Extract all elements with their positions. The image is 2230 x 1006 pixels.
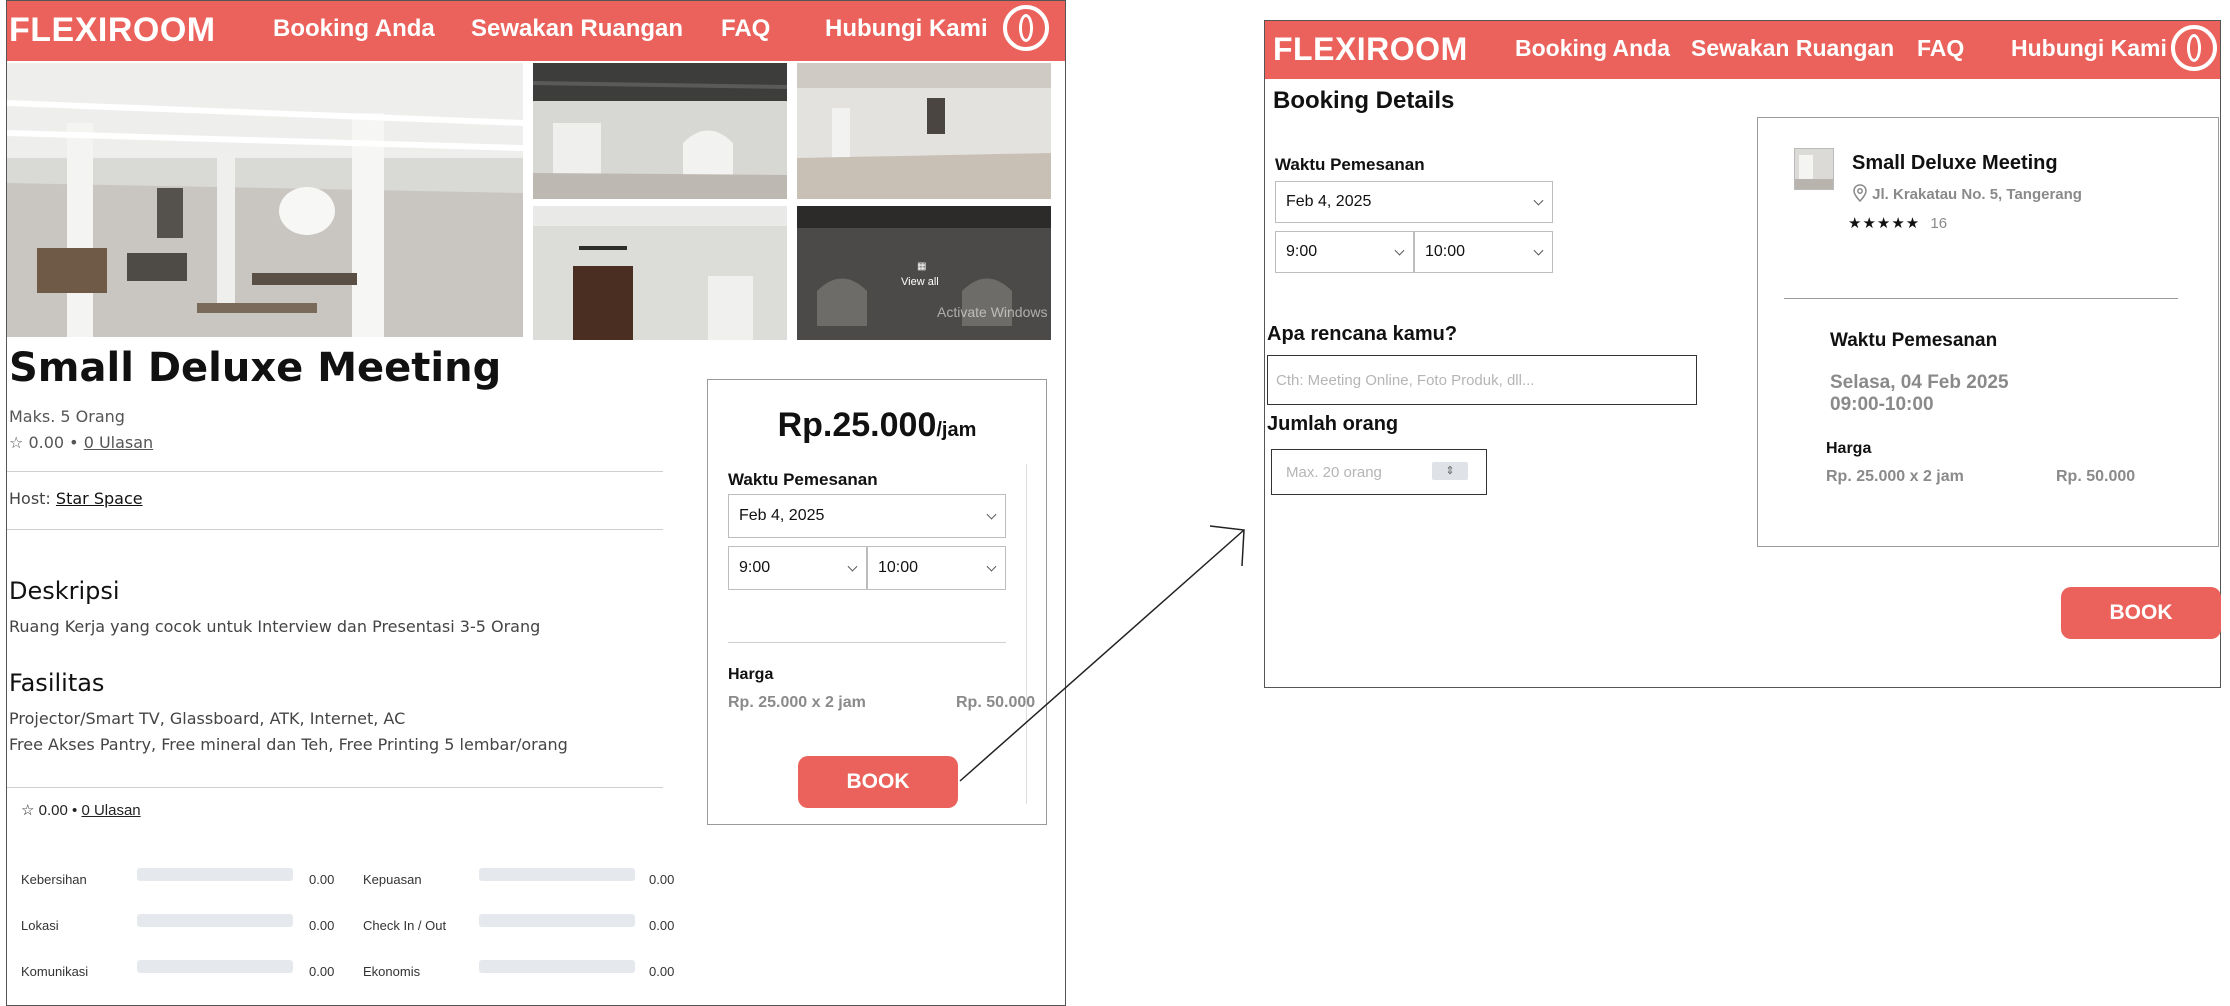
summary-price-calc: Rp. 25.000 x 2 jam [1826, 468, 1964, 485]
plan-input[interactable] [1267, 355, 1697, 405]
star-icons: ★★★★★ [1848, 215, 1921, 232]
summary-price-label: Harga [1826, 440, 1872, 457]
divider [1784, 298, 2178, 299]
details-time-label: Waktu Pemesanan [1275, 155, 1425, 174]
chevron-down-icon [1394, 245, 1405, 256]
summary-review-count: 16 [1930, 215, 1948, 232]
summary-price-total: Rp. 50.000 [2056, 468, 2136, 485]
details-start-value: 9:00 [1286, 243, 1318, 260]
details-end-value: 10:00 [1425, 243, 1466, 260]
nav-faq[interactable]: FAQ [1917, 35, 1964, 62]
user-icon[interactable] [2171, 25, 2217, 71]
brand-logo[interactable]: FLEXIROOM [1273, 31, 1468, 68]
details-end-time-select[interactable]: 10:00 [1414, 231, 1553, 273]
summary-time-label: Waktu Pemesanan [1830, 330, 1998, 351]
summary-rating-line: ★★★★★ 16 [1848, 214, 1947, 232]
details-start-time-select[interactable]: 9:00 [1275, 231, 1414, 273]
people-stepper[interactable]: ⇕ [1271, 449, 1487, 495]
summary-room-title: Small Deluxe Meeting [1852, 152, 2058, 174]
top-navbar: FLEXIROOM Booking Anda Sewakan Ruangan F… [1265, 21, 2220, 79]
chevron-down-icon [1533, 195, 1544, 206]
booking-details-page: FLEXIROOM Booking Anda Sewakan Ruangan F… [1264, 20, 2221, 688]
summary-card: Small Deluxe Meeting Jl. Krakatau No. 5,… [1757, 117, 2219, 547]
booking-details-heading: Booking Details [1273, 87, 1455, 114]
nav-sewakan-ruangan[interactable]: Sewakan Ruangan [1691, 35, 1894, 62]
summary-address: Jl. Krakatau No. 5, Tangerang [1872, 186, 2082, 203]
nav-hubungi-kami[interactable]: Hubungi Kami [2011, 35, 2167, 62]
people-label: Jumlah orang [1267, 413, 1399, 435]
summary-address-line: Jl. Krakatau No. 5, Tangerang [1852, 184, 2082, 203]
details-date-value: Feb 4, 2025 [1286, 193, 1372, 210]
location-pin-icon [1852, 184, 1872, 203]
details-date-select[interactable]: Feb 4, 2025 [1275, 181, 1553, 223]
summary-date-text: Selasa, 04 Feb 2025 [1830, 372, 2009, 393]
chevron-down-icon [1533, 245, 1544, 256]
nav-booking-anda[interactable]: Booking Anda [1515, 35, 1670, 62]
summary-time-text: 09:00-10:00 [1830, 394, 1934, 415]
details-book-button[interactable]: BOOK [2061, 587, 2221, 639]
plan-input-field[interactable] [1268, 370, 1696, 390]
plan-label: Apa rencana kamu? [1267, 323, 1458, 345]
summary-room-thumbnail [1794, 148, 1834, 190]
stepper-arrows-icon[interactable]: ⇕ [1432, 462, 1468, 480]
